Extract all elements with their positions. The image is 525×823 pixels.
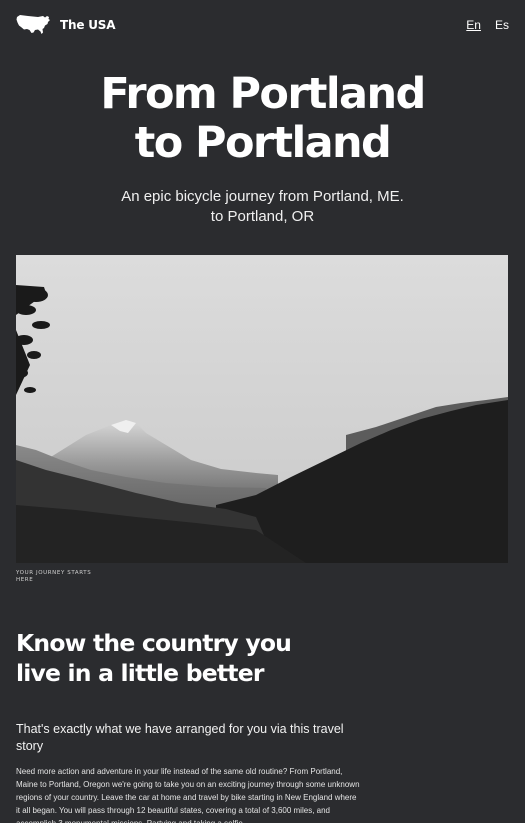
brand-name: The USA [60, 18, 116, 32]
brand-link[interactable]: The USA [16, 14, 116, 36]
top-navigation: The USA En Es [16, 10, 509, 40]
section-body: Need more action and adventure in your l… [16, 767, 360, 823]
hero-subtitle-line-2: to Portland, OR [210, 208, 315, 225]
hero-title-line-1: From Portland [100, 69, 426, 119]
hero-subtitle: An epic bicycle journey from Portland, M… [0, 187, 525, 227]
section-title-line-1: Know the country you [16, 629, 292, 657]
hero-title-line-2: to Portland [134, 118, 392, 168]
section-title: Know the country you live in a little be… [16, 628, 376, 688]
language-en-link[interactable]: En [466, 18, 481, 32]
section-title-line-2: live in a little better [16, 659, 264, 687]
photo-caption: YOUR JOURNEY STARTS HERE [16, 570, 116, 584]
hero-photo [16, 255, 508, 563]
language-switcher: En Es [466, 18, 509, 32]
section-lead: That's exactly what we have arranged for… [16, 721, 344, 753]
language-es-link[interactable]: Es [495, 18, 509, 32]
hero-title: From Portland to Portland [0, 70, 525, 168]
photo-caption-line-2: HERE [16, 577, 34, 583]
page: The USA En Es From Portland to Portland … [0, 0, 525, 823]
photo-caption-line-1: YOUR JOURNEY STARTS [16, 570, 92, 576]
usa-map-icon [16, 14, 52, 36]
hero-subtitle-line-1: An epic bicycle journey from Portland, M… [121, 188, 404, 205]
